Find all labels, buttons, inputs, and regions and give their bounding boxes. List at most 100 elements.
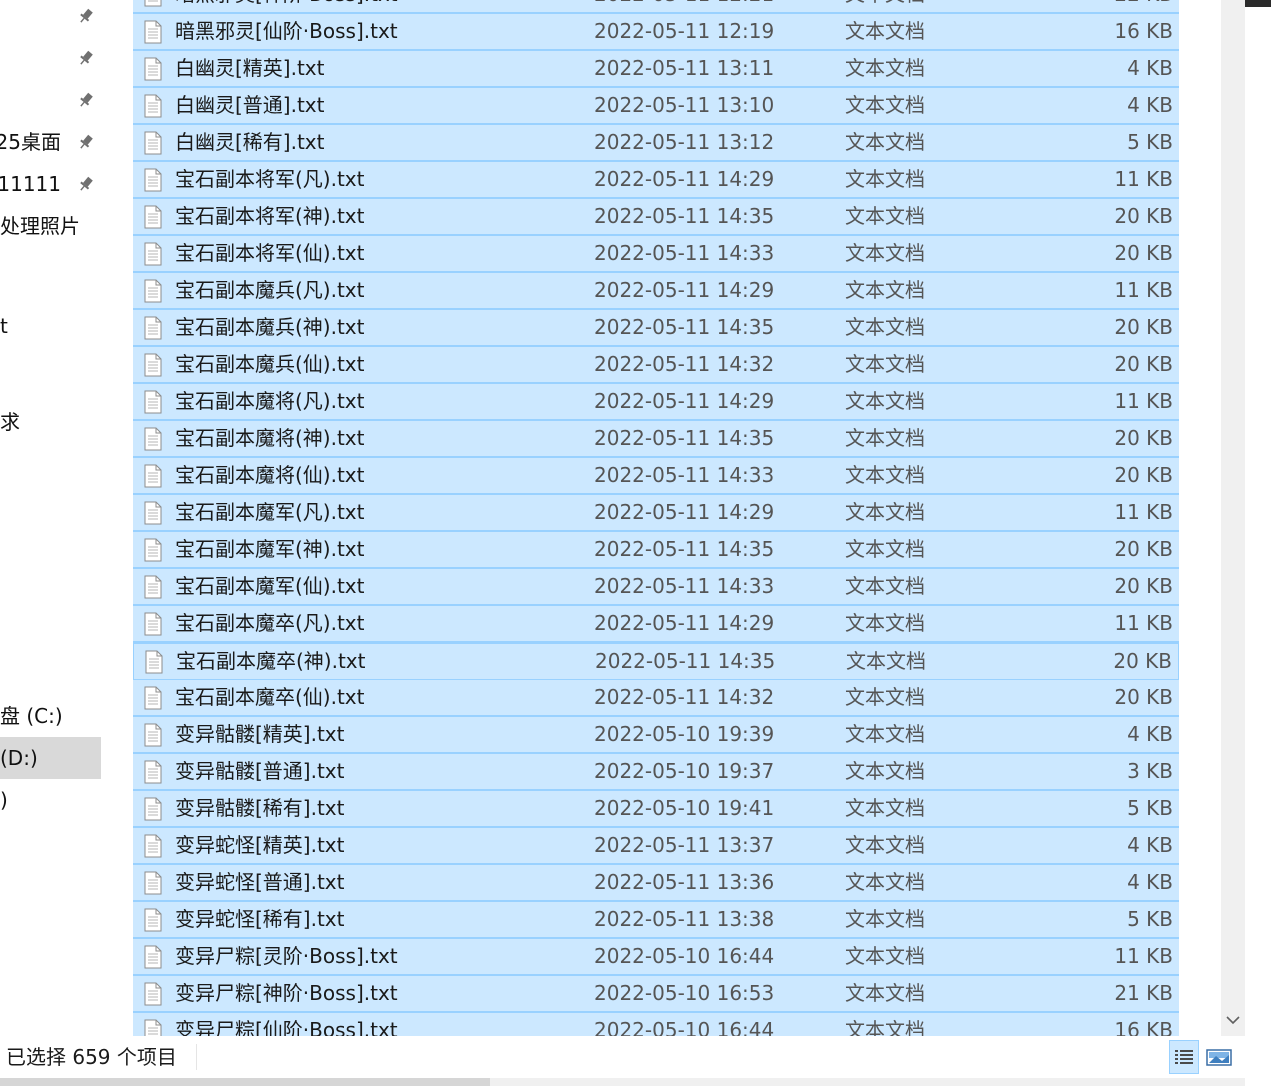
nav-item-label: ) bbox=[0, 788, 8, 812]
file-date-modified: 2022-05-10 19:39 bbox=[594, 722, 775, 746]
file-date-modified: 2022-05-11 13:11 bbox=[594, 56, 775, 80]
file-name: 宝石副本魔兵(仙).txt bbox=[175, 352, 365, 376]
navigation-pane: 25桌面 11111 处理照片 t 求盘 (C:) (D:)) bbox=[0, 0, 101, 1036]
file-row[interactable]: 宝石副本魔兵(凡).txt 2022-05-11 14:29 文本文档 11 KB bbox=[133, 273, 1179, 310]
file-date-modified: 2022-05-11 14:35 bbox=[594, 204, 775, 228]
large-icons-view-button[interactable] bbox=[1204, 1040, 1234, 1074]
file-name: 变异蛇怪[普通].txt bbox=[175, 870, 345, 894]
nav-item[interactable]: (D:) bbox=[0, 737, 101, 779]
file-row[interactable]: 宝石副本魔将(神).txt 2022-05-11 14:35 文本文档 20 KB bbox=[133, 421, 1179, 458]
horizontal-scrollbar[interactable] bbox=[0, 1078, 1245, 1086]
file-name: 宝石副本将军(仙).txt bbox=[175, 241, 365, 265]
nav-item[interactable]: t bbox=[0, 305, 101, 347]
file-type: 文本文档 bbox=[845, 352, 925, 376]
file-row[interactable]: 宝石副本魔卒(神).txt 2022-05-11 14:35 文本文档 20 KB bbox=[133, 643, 1179, 680]
file-row[interactable]: 变异骷髅[稀有].txt 2022-05-10 19:41 文本文档 5 KB bbox=[133, 791, 1179, 828]
file-row[interactable]: 宝石副本魔军(凡).txt 2022-05-11 14:29 文本文档 11 KB bbox=[133, 495, 1179, 532]
file-row[interactable]: 宝石副本魔军(仙).txt 2022-05-11 14:33 文本文档 20 KB bbox=[133, 569, 1179, 606]
pin-icon[interactable] bbox=[77, 133, 95, 151]
file-row[interactable]: 变异骷髅[普通].txt 2022-05-10 19:37 文本文档 3 KB bbox=[133, 754, 1179, 791]
file-name: 宝石副本魔将(仙).txt bbox=[175, 463, 365, 487]
scroll-track[interactable] bbox=[1221, 0, 1245, 1036]
text-file-icon bbox=[144, 57, 162, 81]
file-date-modified: 2022-05-11 14:29 bbox=[594, 278, 775, 302]
nav-item[interactable] bbox=[0, 653, 101, 695]
nav-item[interactable] bbox=[0, 527, 101, 569]
nav-item[interactable] bbox=[0, 443, 101, 485]
file-row[interactable]: 暗黑邪灵[仙阶·Boss].txt 2022-05-11 12:19 文本文档 16 … bbox=[133, 14, 1179, 51]
text-file-icon bbox=[144, 20, 162, 44]
file-row[interactable]: 宝石副本魔兵(神).txt 2022-05-11 14:35 文本文档 20 KB bbox=[133, 310, 1179, 347]
nav-item[interactable] bbox=[0, 79, 101, 121]
file-name: 白幽灵[普通].txt bbox=[175, 93, 325, 117]
file-row[interactable]: 变异尸粽[神阶·Boss].txt 2022-05-10 16:53 文本文档 21 … bbox=[133, 976, 1179, 1013]
horizontal-scroll-thumb[interactable] bbox=[0, 1078, 490, 1086]
file-row[interactable]: 宝石副本魔将(凡).txt 2022-05-11 14:29 文本文档 11 KB bbox=[133, 384, 1179, 421]
nav-item[interactable]: 25桌面 bbox=[0, 121, 101, 163]
file-date-modified: 2022-05-10 16:53 bbox=[594, 981, 775, 1005]
file-name: 宝石副本魔将(神).txt bbox=[175, 426, 365, 450]
file-row[interactable]: 宝石副本将军(凡).txt 2022-05-11 14:29 文本文档 11 KB bbox=[133, 162, 1179, 199]
nav-item[interactable] bbox=[0, 611, 101, 653]
pin-icon[interactable] bbox=[77, 7, 95, 25]
nav-item[interactable] bbox=[0, 37, 101, 79]
file-name: 白幽灵[精英].txt bbox=[175, 56, 325, 80]
file-date-modified: 2022-05-11 14:29 bbox=[594, 500, 775, 524]
text-file-icon bbox=[144, 205, 162, 229]
file-row[interactable]: 变异骷髅[精英].txt 2022-05-10 19:39 文本文档 4 KB bbox=[133, 717, 1179, 754]
nav-item[interactable]: ) bbox=[0, 779, 101, 821]
file-row[interactable]: 暗黑邪灵[神阶·Boss].txt 2022-05-11 12:21 文本文档 22 … bbox=[133, 0, 1179, 14]
details-view-button[interactable] bbox=[1169, 1040, 1199, 1074]
file-row[interactable]: 宝石副本魔兵(仙).txt 2022-05-11 14:32 文本文档 20 KB bbox=[133, 347, 1179, 384]
file-row[interactable]: 变异尸粽[仙阶·Boss].txt 2022-05-10 16:44 文本文档 16 … bbox=[133, 1013, 1179, 1036]
nav-item[interactable]: 求 bbox=[0, 401, 101, 443]
file-row[interactable]: 变异蛇怪[精英].txt 2022-05-11 13:37 文本文档 4 KB bbox=[133, 828, 1179, 865]
nav-item[interactable]: 盘 (C:) bbox=[0, 695, 101, 737]
file-name: 暗黑邪灵[神阶·Boss].txt bbox=[175, 0, 398, 12]
file-row[interactable]: 白幽灵[精英].txt 2022-05-11 13:11 文本文档 4 KB bbox=[133, 51, 1179, 88]
file-type: 文本文档 bbox=[845, 130, 925, 154]
file-row[interactable]: 宝石副本魔卒(凡).txt 2022-05-11 14:29 文本文档 11 KB bbox=[133, 606, 1179, 643]
nav-item[interactable] bbox=[0, 347, 101, 389]
file-type: 文本文档 bbox=[845, 463, 925, 487]
file-row[interactable]: 宝石副本魔卒(仙).txt 2022-05-11 14:32 文本文档 20 KB bbox=[133, 680, 1179, 717]
pin-icon[interactable] bbox=[77, 91, 95, 109]
file-type: 文本文档 bbox=[845, 0, 925, 12]
pane-splitter[interactable] bbox=[101, 0, 133, 1036]
text-file-icon bbox=[144, 242, 162, 266]
nav-item-label: (D:) bbox=[0, 746, 38, 770]
pin-icon[interactable] bbox=[77, 175, 95, 193]
nav-item[interactable] bbox=[0, 247, 101, 289]
file-row[interactable]: 变异尸粽[灵阶·Boss].txt 2022-05-10 16:44 文本文档 11 … bbox=[133, 939, 1179, 976]
file-size: 5 KB bbox=[1127, 796, 1173, 820]
file-type: 文本文档 bbox=[845, 204, 925, 228]
text-file-icon bbox=[145, 650, 163, 674]
file-row[interactable]: 宝石副本魔将(仙).txt 2022-05-11 14:33 文本文档 20 KB bbox=[133, 458, 1179, 495]
file-row[interactable]: 白幽灵[稀有].txt 2022-05-11 13:12 文本文档 5 KB bbox=[133, 125, 1179, 162]
file-size: 11 KB bbox=[1114, 611, 1173, 635]
file-date-modified: 2022-05-11 14:33 bbox=[594, 241, 775, 265]
file-size: 4 KB bbox=[1127, 722, 1173, 746]
chevron-down-icon[interactable] bbox=[1223, 1010, 1243, 1030]
nav-item[interactable]: 11111 bbox=[0, 163, 101, 205]
file-size: 22 KB bbox=[1114, 0, 1173, 12]
nav-item[interactable] bbox=[0, 569, 101, 611]
file-date-modified: 2022-05-11 14:35 bbox=[594, 537, 775, 561]
file-row[interactable]: 宝石副本将军(仙).txt 2022-05-11 14:33 文本文档 20 KB bbox=[133, 236, 1179, 273]
file-row[interactable]: 宝石副本将军(神).txt 2022-05-11 14:35 文本文档 20 KB bbox=[133, 199, 1179, 236]
vertical-scrollbar[interactable] bbox=[1179, 0, 1245, 1036]
pin-icon[interactable] bbox=[77, 49, 95, 67]
nav-item[interactable] bbox=[0, 485, 101, 527]
file-row[interactable]: 白幽灵[普通].txt 2022-05-11 13:10 文本文档 4 KB bbox=[133, 88, 1179, 125]
text-file-icon bbox=[144, 168, 162, 192]
file-row[interactable]: 变异蛇怪[稀有].txt 2022-05-11 13:38 文本文档 5 KB bbox=[133, 902, 1179, 939]
text-file-icon bbox=[144, 871, 162, 895]
nav-item[interactable] bbox=[0, 0, 101, 37]
file-row[interactable]: 变异蛇怪[普通].txt 2022-05-11 13:36 文本文档 4 KB bbox=[133, 865, 1179, 902]
file-name: 变异尸粽[灵阶·Boss].txt bbox=[175, 944, 398, 968]
file-size: 16 KB bbox=[1114, 19, 1173, 43]
nav-item[interactable]: 处理照片 bbox=[0, 205, 101, 247]
file-date-modified: 2022-05-11 14:35 bbox=[594, 426, 775, 450]
text-file-icon bbox=[144, 834, 162, 858]
file-row[interactable]: 宝石副本魔军(神).txt 2022-05-11 14:35 文本文档 20 KB bbox=[133, 532, 1179, 569]
